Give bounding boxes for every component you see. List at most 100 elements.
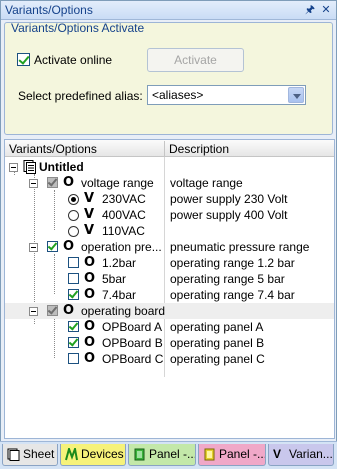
panel-title: Variants/Options	[5, 3, 93, 17]
alias-select[interactable]: <aliases>	[147, 85, 306, 105]
tree-row-description: pneumatic pressure range	[170, 240, 310, 254]
tree-row-label: operation pre...	[81, 240, 162, 254]
activate-button[interactable]: Activate	[147, 48, 244, 72]
tree-row-7-4bar[interactable]: O 7.4bar operating range 7.4 bar	[5, 287, 334, 303]
tree-row-description: power supply 230 Volt	[170, 192, 288, 206]
pin-icon[interactable]: 🖈	[303, 3, 317, 17]
tree-row-label: OPBoard C	[102, 352, 164, 366]
tab-panel-1[interactable]: Panel -...	[128, 444, 196, 466]
close-icon[interactable]: ✕	[319, 3, 333, 17]
activate-online-checkbox[interactable]	[17, 53, 30, 66]
panel-icon	[134, 448, 145, 461]
tree-row-opboard-a[interactable]: O OPBoard A operating panel A	[5, 319, 334, 335]
collapse-icon[interactable]	[29, 179, 38, 188]
alias-label: Select predefined alias:	[18, 89, 143, 103]
variants-options-panel: Variants/Options 🖈 ✕ Variants/Options Ac…	[0, 0, 337, 469]
tree-row-description: operating panel A	[170, 320, 264, 334]
tree-row-400vac[interactable]: V 400VAC power supply 400 Volt	[5, 207, 334, 223]
option-checkbox[interactable]	[47, 305, 58, 316]
tab-label: Panel -...	[149, 447, 196, 461]
variant-icon: V	[84, 223, 95, 238]
option-group-icon: O	[63, 175, 75, 190]
tree-row-description: voltage range	[170, 176, 243, 190]
tree-row-description: power supply 400 Volt	[170, 208, 288, 222]
variants-icon: V	[273, 447, 282, 461]
tab-label: Panel -...	[219, 447, 266, 461]
option-icon: O	[84, 351, 96, 366]
tree-row-1-2bar[interactable]: O 1.2bar operating range 1.2 bar	[5, 255, 334, 271]
groupbox-legend: Variants/Options Activate	[11, 21, 145, 35]
tree-row-description: operating panel B	[170, 336, 265, 350]
tree-row-description: operating panel C	[170, 352, 265, 366]
tree-row-label: 400VAC	[102, 208, 146, 222]
collapse-icon[interactable]	[29, 243, 38, 252]
tree-row-untitled[interactable]: Untitled	[5, 159, 334, 175]
tab-label: Devices	[81, 447, 124, 461]
devices-icon	[65, 448, 78, 461]
tab-sheet[interactable]: Sheet	[2, 444, 58, 466]
tree-row-label: 5bar	[102, 272, 127, 286]
activate-groupbox: Variants/Options Activate Activate onlin…	[4, 21, 333, 135]
sheet-icon	[7, 448, 20, 461]
tree-row-opboard-c[interactable]: O OPBoard C operating panel C	[5, 351, 334, 367]
option-icon: O	[84, 255, 96, 270]
tree-row-label: 230VAC	[102, 192, 146, 206]
option-icon: O	[84, 319, 96, 334]
option-icon: O	[84, 271, 96, 286]
collapse-icon[interactable]	[29, 307, 38, 316]
tree-row-label: 7.4bar	[102, 288, 137, 302]
tree-row-label: operating board	[81, 304, 166, 318]
column-separator[interactable]	[164, 141, 165, 156]
alias-select-value: <aliases>	[152, 88, 204, 102]
option-group-icon: O	[63, 303, 75, 318]
variant-icon: V	[84, 191, 95, 206]
column-header-variants[interactable]: Variants/Options	[9, 142, 97, 156]
activate-online-label: Activate online	[34, 53, 113, 67]
tree-row-label: Untitled	[39, 160, 84, 174]
option-checkbox[interactable]	[47, 177, 58, 188]
document-icon	[23, 160, 36, 174]
tab-panel-2[interactable]: Panel -...	[198, 444, 266, 466]
option-checkbox[interactable]	[68, 353, 79, 364]
collapse-icon[interactable]	[9, 163, 18, 172]
tree-row-operation-pressure[interactable]: O operation pre... pneumatic pressure ra…	[5, 239, 334, 255]
tab-label: Sheet	[23, 447, 55, 461]
option-checkbox[interactable]	[68, 337, 79, 348]
tree-row-label: 1.2bar	[102, 256, 137, 270]
option-checkbox[interactable]	[47, 241, 58, 252]
option-group-icon: O	[63, 239, 75, 254]
tree-row-5bar[interactable]: O 5bar operating range 5 bar	[5, 271, 334, 287]
tree-row-label: voltage range	[81, 176, 154, 190]
tree-row-110vac[interactable]: V 110VAC	[5, 223, 334, 239]
variant-icon: V	[84, 207, 95, 222]
chevron-down-icon[interactable]	[288, 87, 304, 103]
option-checkbox[interactable]	[68, 289, 79, 300]
tree-row-label: 110VAC	[102, 224, 145, 238]
option-checkbox[interactable]	[68, 273, 79, 284]
variant-radio[interactable]	[68, 210, 79, 221]
panel-icon	[204, 448, 215, 461]
tree-row-description: operating range 7.4 bar	[170, 288, 295, 302]
tree-row-voltage-range[interactable]: O voltage range voltage range	[5, 175, 334, 191]
panel-titlebar: Variants/Options 🖈 ✕	[1, 1, 336, 20]
option-icon: O	[84, 335, 96, 350]
tree-row-label: OPBoard A	[102, 320, 163, 334]
option-icon: O	[84, 287, 96, 302]
tree-row-operating-board[interactable]: O operating board	[5, 303, 334, 319]
tree-row-description: operating range 5 bar	[170, 272, 285, 286]
grid-header: Variants/Options Description	[5, 140, 334, 157]
tab-devices[interactable]: Devices	[60, 444, 126, 466]
bottom-tab-strip: Sheet Devices Panel -... Panel -... V Va…	[0, 441, 337, 469]
tab-label: Varian...	[289, 447, 333, 461]
option-checkbox[interactable]	[68, 321, 79, 332]
variants-tree-grid: Variants/Options Description Untitled O …	[4, 139, 335, 439]
tree-row-opboard-b[interactable]: O OPBoard B operating panel B	[5, 335, 334, 351]
variant-radio[interactable]	[68, 226, 79, 237]
tab-variants[interactable]: V Varian...	[268, 444, 334, 466]
option-checkbox[interactable]	[68, 257, 79, 268]
tree-row-230vac[interactable]: V 230VAC power supply 230 Volt	[5, 191, 334, 207]
variant-radio[interactable]	[68, 194, 79, 205]
tree-row-description: operating range 1.2 bar	[170, 256, 295, 270]
column-header-description[interactable]: Description	[169, 142, 229, 156]
tree-row-label: OPBoard B	[102, 336, 163, 350]
